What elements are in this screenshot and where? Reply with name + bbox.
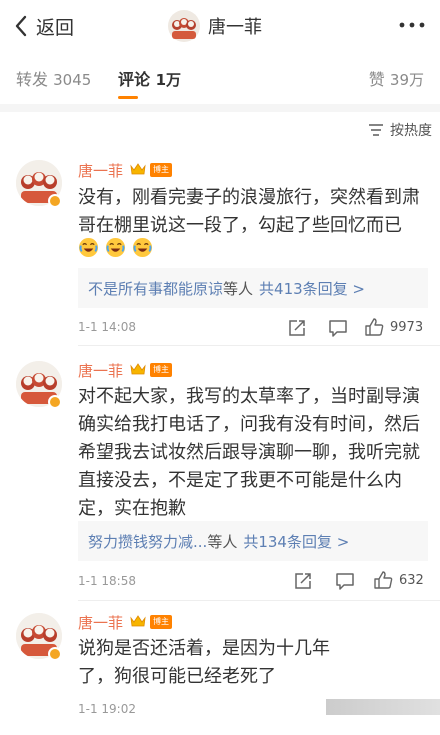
like-button[interactable]: 632 [373, 570, 424, 590]
share-icon[interactable] [287, 318, 307, 338]
comment-text[interactable]: 对不起大家，我写的太草率了，当时副导演确实给我打电话了，问我有没有时间，然后希望… [78, 383, 428, 523]
sort-by-hot-button[interactable]: 按热度 [368, 120, 432, 140]
comment-icon[interactable] [335, 571, 355, 591]
tab-likes-label: 赞 [368, 70, 385, 89]
reply-others: 等人 [223, 279, 254, 298]
reply-count-link[interactable]: 共413条回复 > [259, 278, 365, 299]
comment-text[interactable]: 说狗是否还活着，是因为十几年 了，狗很可能已经老死了 [78, 635, 428, 691]
section-divider [0, 104, 440, 112]
like-count: 9973 [390, 319, 424, 335]
comment-time: 1-1 19:02 [78, 702, 136, 716]
tab-bar: 转发 3045 评论 1万 赞 39万 [0, 52, 440, 104]
chevron-left-icon [15, 15, 27, 37]
thumbs-up-icon [374, 571, 393, 589]
crown-icon [130, 163, 146, 175]
comment-time: 1-1 14:08 [78, 320, 136, 334]
cry-laugh-emoji [132, 237, 153, 258]
comment-icon[interactable] [328, 318, 348, 338]
divider [78, 600, 440, 601]
tab-repost-count: 3045 [53, 71, 92, 89]
author-badge: 博主 [150, 163, 172, 177]
sort-lines-icon [369, 124, 383, 136]
author-badge: 博主 [150, 363, 172, 377]
tab-comments-count: 1万 [155, 71, 182, 89]
cry-laugh-emoji [78, 237, 99, 258]
active-tab-indicator [118, 96, 138, 99]
comment-time: 1-1 18:58 [78, 574, 136, 588]
verified-badge-icon [48, 194, 62, 208]
emoji-row [78, 237, 159, 258]
page-title: 唐一菲 [208, 17, 262, 38]
comment-author[interactable]: 唐一菲 [78, 612, 123, 633]
nav-title-group[interactable]: 唐一菲 [168, 10, 262, 42]
verified-badge-icon [48, 647, 62, 661]
avatar-image [168, 10, 200, 42]
reply-names[interactable]: 努力攒钱努力减... [88, 531, 207, 552]
author-badge: 博主 [150, 615, 172, 629]
tab-repost-label: 转发 [16, 70, 49, 89]
tab-repost[interactable]: 转发 3045 [16, 66, 91, 90]
reply-summary[interactable]: 努力攒钱努力减... 等人 共134条回复 > [78, 521, 428, 561]
reply-count-link[interactable]: 共134条回复 > [243, 531, 349, 552]
back-label: 返回 [36, 16, 75, 39]
like-button[interactable]: 9973 [364, 317, 423, 337]
sort-label: 按热度 [390, 123, 432, 139]
tab-likes[interactable]: 赞 39万 [369, 66, 424, 90]
tab-likes-count: 39万 [389, 71, 424, 89]
reply-names[interactable]: 不是所有事都能原谅 [88, 278, 223, 299]
cropped-action-bar [326, 699, 440, 715]
tab-comments-label: 评论 [118, 70, 151, 89]
share-icon[interactable] [293, 571, 313, 591]
comment-author[interactable]: 唐一菲 [78, 160, 123, 181]
avatar[interactable] [168, 10, 200, 42]
reply-others: 等人 [207, 532, 238, 551]
top-nav-bar: 返回 唐一菲 [0, 0, 440, 52]
thumbs-up-icon [365, 318, 384, 336]
like-count: 632 [399, 572, 424, 588]
reply-summary[interactable]: 不是所有事都能原谅 等人 共413条回复 > [78, 268, 428, 308]
tab-comments[interactable]: 评论 1万 [118, 66, 181, 90]
more-dots-icon[interactable] [398, 18, 426, 32]
back-button[interactable]: 返回 [10, 12, 74, 40]
comment-author[interactable]: 唐一菲 [78, 360, 123, 381]
cry-laugh-emoji [105, 237, 126, 258]
crown-icon [130, 615, 146, 627]
comment-text[interactable]: 没有，刚看完妻子的浪漫旅行，突然看到肃哥在棚里说这一段了，勾起了些回忆而已 [78, 184, 428, 240]
divider [78, 345, 440, 346]
verified-badge-icon [48, 395, 62, 409]
crown-icon [130, 363, 146, 375]
